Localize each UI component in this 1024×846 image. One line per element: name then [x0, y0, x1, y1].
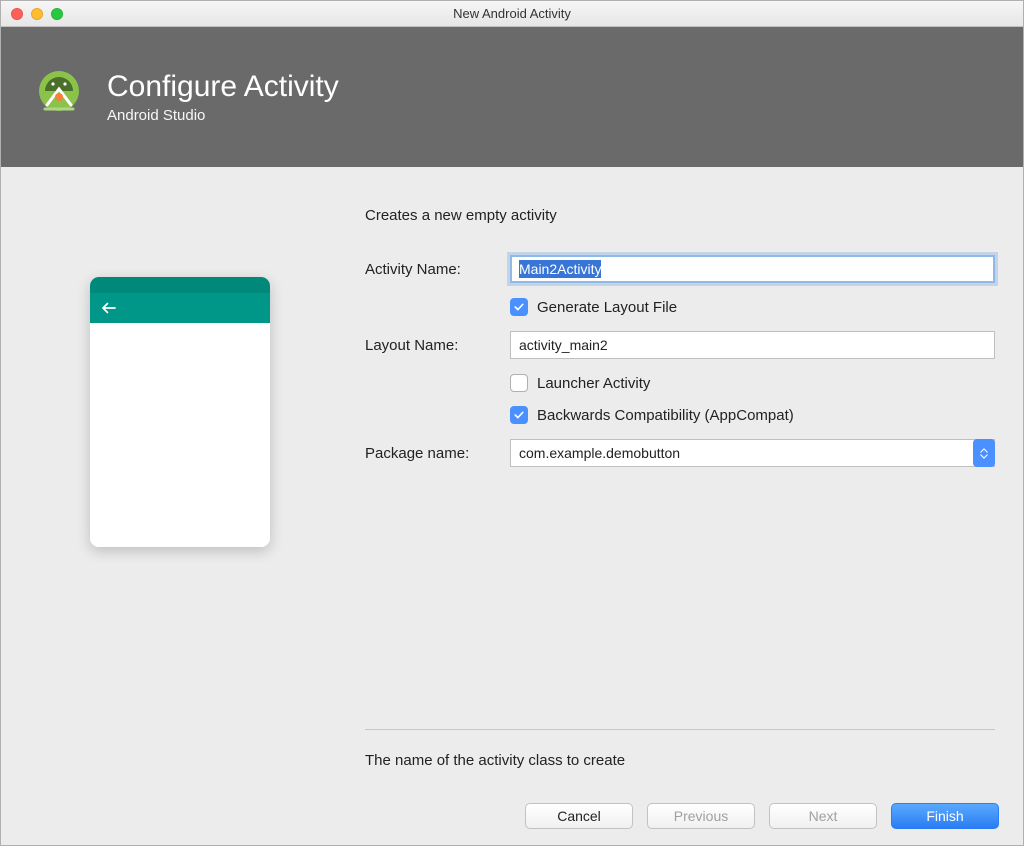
generate-layout-label: Generate Layout File — [537, 299, 677, 316]
activity-name-label: Activity Name: — [365, 261, 510, 278]
backwards-compat-checkbox[interactable] — [510, 406, 528, 424]
button-bar: Cancel Previous Next Finish — [1, 787, 1023, 845]
header-text: Configure Activity Android Studio — [107, 70, 339, 124]
form-intro: Creates a new empty activity — [365, 207, 995, 224]
activity-name-input[interactable]: Main2Activity — [510, 255, 995, 283]
phone-statusbar — [90, 277, 270, 293]
backwards-compat-label: Backwards Compatibility (AppCompat) — [537, 407, 794, 424]
phone-body — [90, 323, 270, 547]
activity-name-row: Activity Name: Main2Activity — [365, 254, 995, 284]
package-name-row: Package name: — [365, 438, 995, 468]
backwards-compat-row: Backwards Compatibility (AppCompat) — [365, 406, 995, 424]
header: Configure Activity Android Studio — [1, 27, 1023, 167]
next-button[interactable]: Next — [769, 803, 877, 829]
close-icon[interactable] — [11, 8, 23, 20]
dialog-window: New Android Activity Configure Activity … — [0, 0, 1024, 846]
phone-appbar — [90, 293, 270, 323]
launcher-activity-row: Launcher Activity — [365, 374, 995, 392]
layout-name-row: Layout Name: — [365, 330, 995, 360]
window-title: New Android Activity — [9, 6, 1015, 21]
preview-column — [25, 207, 335, 787]
finish-button[interactable]: Finish — [891, 803, 999, 829]
traffic-lights — [11, 8, 63, 20]
check-icon — [513, 301, 525, 313]
generate-layout-checkbox[interactable] — [510, 298, 528, 316]
generate-layout-row: Generate Layout File — [365, 298, 995, 316]
launcher-activity-checkbox[interactable] — [510, 374, 528, 392]
check-icon — [513, 409, 525, 421]
back-arrow-icon — [100, 299, 118, 317]
header-subtitle: Android Studio — [107, 107, 339, 124]
launcher-activity-label: Launcher Activity — [537, 375, 650, 392]
content-area: Creates a new empty activity Activity Na… — [1, 167, 1023, 787]
hint-text: The name of the activity class to create — [365, 752, 995, 769]
layout-name-label: Layout Name: — [365, 337, 510, 354]
minimize-icon[interactable] — [31, 8, 43, 20]
layout-name-input[interactable] — [510, 331, 995, 359]
previous-button[interactable]: Previous — [647, 803, 755, 829]
cancel-button[interactable]: Cancel — [525, 803, 633, 829]
package-name-select[interactable] — [510, 439, 995, 467]
fullscreen-icon[interactable] — [51, 8, 63, 20]
package-name-label: Package name: — [365, 445, 510, 462]
android-studio-icon — [29, 67, 89, 127]
hint-area: The name of the activity class to create — [365, 729, 995, 787]
phone-preview — [90, 277, 270, 547]
form-column: Creates a new empty activity Activity Na… — [365, 207, 999, 787]
titlebar[interactable]: New Android Activity — [1, 1, 1023, 27]
header-title: Configure Activity — [107, 70, 339, 104]
